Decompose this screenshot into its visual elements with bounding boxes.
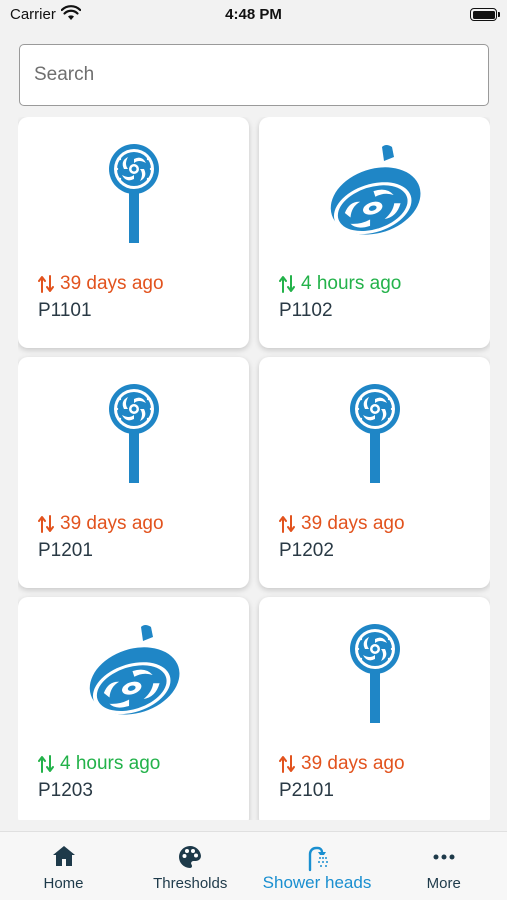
last-update-text: 39 days ago	[301, 513, 405, 534]
tab-label: Shower heads	[262, 873, 372, 892]
sync-arrows-icon	[38, 515, 54, 533]
tab-bar: Home Thresholds Shower heads More	[0, 831, 507, 900]
tab-label: Home	[43, 875, 84, 892]
sync-arrows-icon	[279, 515, 295, 533]
last-update-row: 39 days ago	[279, 753, 405, 775]
handheld-shower-head-icon	[259, 379, 490, 489]
tab-more[interactable]: More	[380, 832, 507, 900]
last-update-text: 39 days ago	[301, 753, 405, 774]
sync-arrows-icon	[38, 275, 54, 293]
handheld-shower-head-icon	[18, 139, 249, 249]
tab-shower-heads[interactable]: Shower heads	[254, 832, 381, 900]
shower-head-id: P1102	[279, 300, 333, 321]
battery-icon	[470, 8, 500, 21]
shower-head-card[interactable]: 39 days ago P1101	[18, 117, 249, 348]
last-update-text: 39 days ago	[60, 273, 164, 294]
shower-head-card[interactable]: 39 days ago P2101	[259, 597, 490, 820]
shower-icon	[254, 844, 381, 872]
shower-head-id: P1101	[38, 300, 92, 321]
sync-arrows-icon	[279, 755, 295, 773]
more-dots-icon	[380, 844, 507, 870]
rain-shower-head-icon	[18, 619, 249, 729]
shower-head-id: P2101	[279, 780, 334, 801]
last-update-text: 39 days ago	[60, 513, 164, 534]
handheld-shower-head-icon	[259, 619, 490, 729]
shower-head-card[interactable]: 4 hours ago P1102	[259, 117, 490, 348]
app-screen: Carrier 4:48 PM Search 39 days ago P1101	[0, 0, 507, 900]
sync-arrows-icon	[38, 755, 54, 773]
rain-shower-head-icon	[259, 139, 490, 249]
last-update-row: 4 hours ago	[279, 273, 401, 295]
sync-arrows-icon	[279, 275, 295, 293]
shower-head-card[interactable]: 39 days ago P1201	[18, 357, 249, 588]
shower-head-grid: 39 days ago P1101 4 hours ago P1102 39 d…	[18, 117, 490, 820]
tab-label: More	[426, 875, 461, 892]
tab-label: Thresholds	[153, 875, 228, 892]
home-icon	[0, 844, 127, 870]
search-input[interactable]: Search	[19, 44, 489, 106]
shower-head-id: P1201	[38, 540, 93, 561]
shower-head-id: P1202	[279, 540, 334, 561]
handheld-shower-head-icon	[18, 379, 249, 489]
tab-thresholds[interactable]: Thresholds	[127, 832, 254, 900]
status-bar: Carrier 4:48 PM	[0, 0, 507, 30]
last-update-text: 4 hours ago	[301, 273, 402, 294]
palette-icon	[127, 844, 254, 870]
shower-head-id: P1203	[38, 780, 93, 801]
last-update-row: 39 days ago	[279, 513, 405, 535]
shower-head-card[interactable]: 39 days ago P1202	[259, 357, 490, 588]
last-update-row: 39 days ago	[38, 273, 164, 295]
last-update-text: 4 hours ago	[60, 753, 161, 774]
last-update-row: 4 hours ago	[38, 753, 160, 775]
last-update-row: 39 days ago	[38, 513, 164, 535]
clock: 4:48 PM	[225, 6, 282, 23]
tab-home[interactable]: Home	[0, 832, 127, 900]
shower-head-card[interactable]: 4 hours ago P1203	[18, 597, 249, 820]
